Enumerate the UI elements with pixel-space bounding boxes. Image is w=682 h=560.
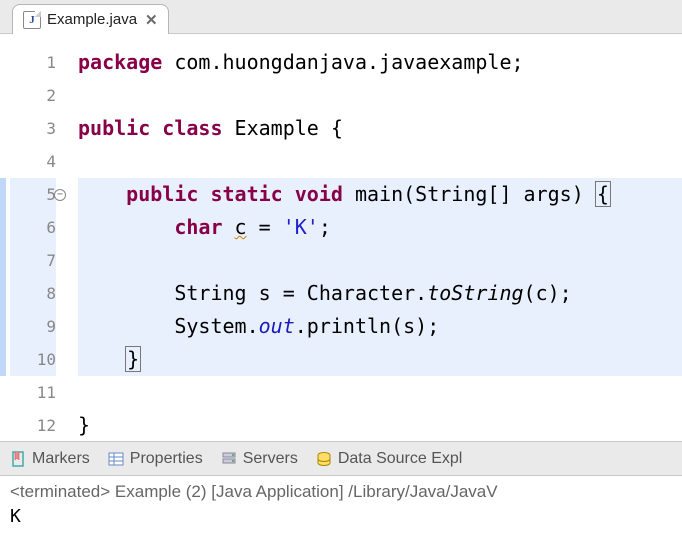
code-line: package com.huongdanjava.javaexample; bbox=[78, 46, 682, 79]
editor-tab[interactable]: J Example.java ✕ bbox=[12, 4, 169, 34]
editor-tab-bar: J Example.java ✕ bbox=[0, 0, 682, 34]
servers-icon bbox=[221, 451, 237, 467]
table-icon bbox=[108, 451, 124, 467]
code-line bbox=[78, 244, 682, 277]
line-number: 2 bbox=[10, 79, 56, 112]
line-number-gutter: 12345−6789101112 bbox=[10, 34, 60, 441]
line-number: 12 bbox=[10, 409, 56, 442]
console-status: <terminated> Example (2) [Java Applicati… bbox=[10, 482, 672, 502]
line-number: 8 bbox=[10, 277, 56, 310]
console-view: <terminated> Example (2) [Java Applicati… bbox=[0, 476, 682, 533]
tab-data-source-explorer[interactable]: Data Source Expl bbox=[316, 450, 463, 468]
bookmark-icon bbox=[10, 451, 26, 467]
code-line: public static void main(String[] args) { bbox=[78, 178, 682, 211]
code-line bbox=[78, 79, 682, 112]
line-number: 7 bbox=[10, 244, 56, 277]
tab-label: Servers bbox=[243, 450, 298, 468]
line-number: 11 bbox=[10, 376, 56, 409]
code-line bbox=[78, 145, 682, 178]
close-icon[interactable]: ✕ bbox=[145, 11, 158, 29]
java-file-icon: J bbox=[23, 11, 41, 29]
code-line: } bbox=[78, 343, 682, 376]
code-line: System.out.println(s); bbox=[78, 310, 682, 343]
line-number: 6 bbox=[10, 211, 56, 244]
tab-filename: Example.java bbox=[47, 11, 137, 28]
tab-markers[interactable]: Markers bbox=[10, 450, 90, 468]
line-number: 3 bbox=[10, 112, 56, 145]
tab-servers[interactable]: Servers bbox=[221, 450, 298, 468]
tab-label: Data Source Expl bbox=[338, 450, 463, 468]
line-number: 10 bbox=[10, 343, 56, 376]
code-area[interactable]: package com.huongdanjava.javaexample; pu… bbox=[60, 34, 682, 441]
database-icon bbox=[316, 451, 332, 467]
code-line bbox=[78, 376, 682, 409]
code-line: } bbox=[78, 409, 682, 442]
tab-properties[interactable]: Properties bbox=[108, 450, 203, 468]
tab-label: Markers bbox=[32, 450, 90, 468]
tab-label: Properties bbox=[130, 450, 203, 468]
line-number: 5− bbox=[10, 178, 56, 211]
code-line: public class Example { bbox=[78, 112, 682, 145]
line-number: 1 bbox=[10, 46, 56, 79]
line-number: 9 bbox=[10, 310, 56, 343]
code-line: char c = 'K'; bbox=[78, 211, 682, 244]
bottom-view-tabs: Markers Properties Servers Data Source E… bbox=[0, 442, 682, 476]
code-editor[interactable]: 12345−6789101112 package com.huongdanjav… bbox=[0, 34, 682, 442]
code-line: String s = Character.toString(c); bbox=[78, 277, 682, 310]
line-number: 4 bbox=[10, 145, 56, 178]
console-output: K bbox=[10, 506, 672, 527]
